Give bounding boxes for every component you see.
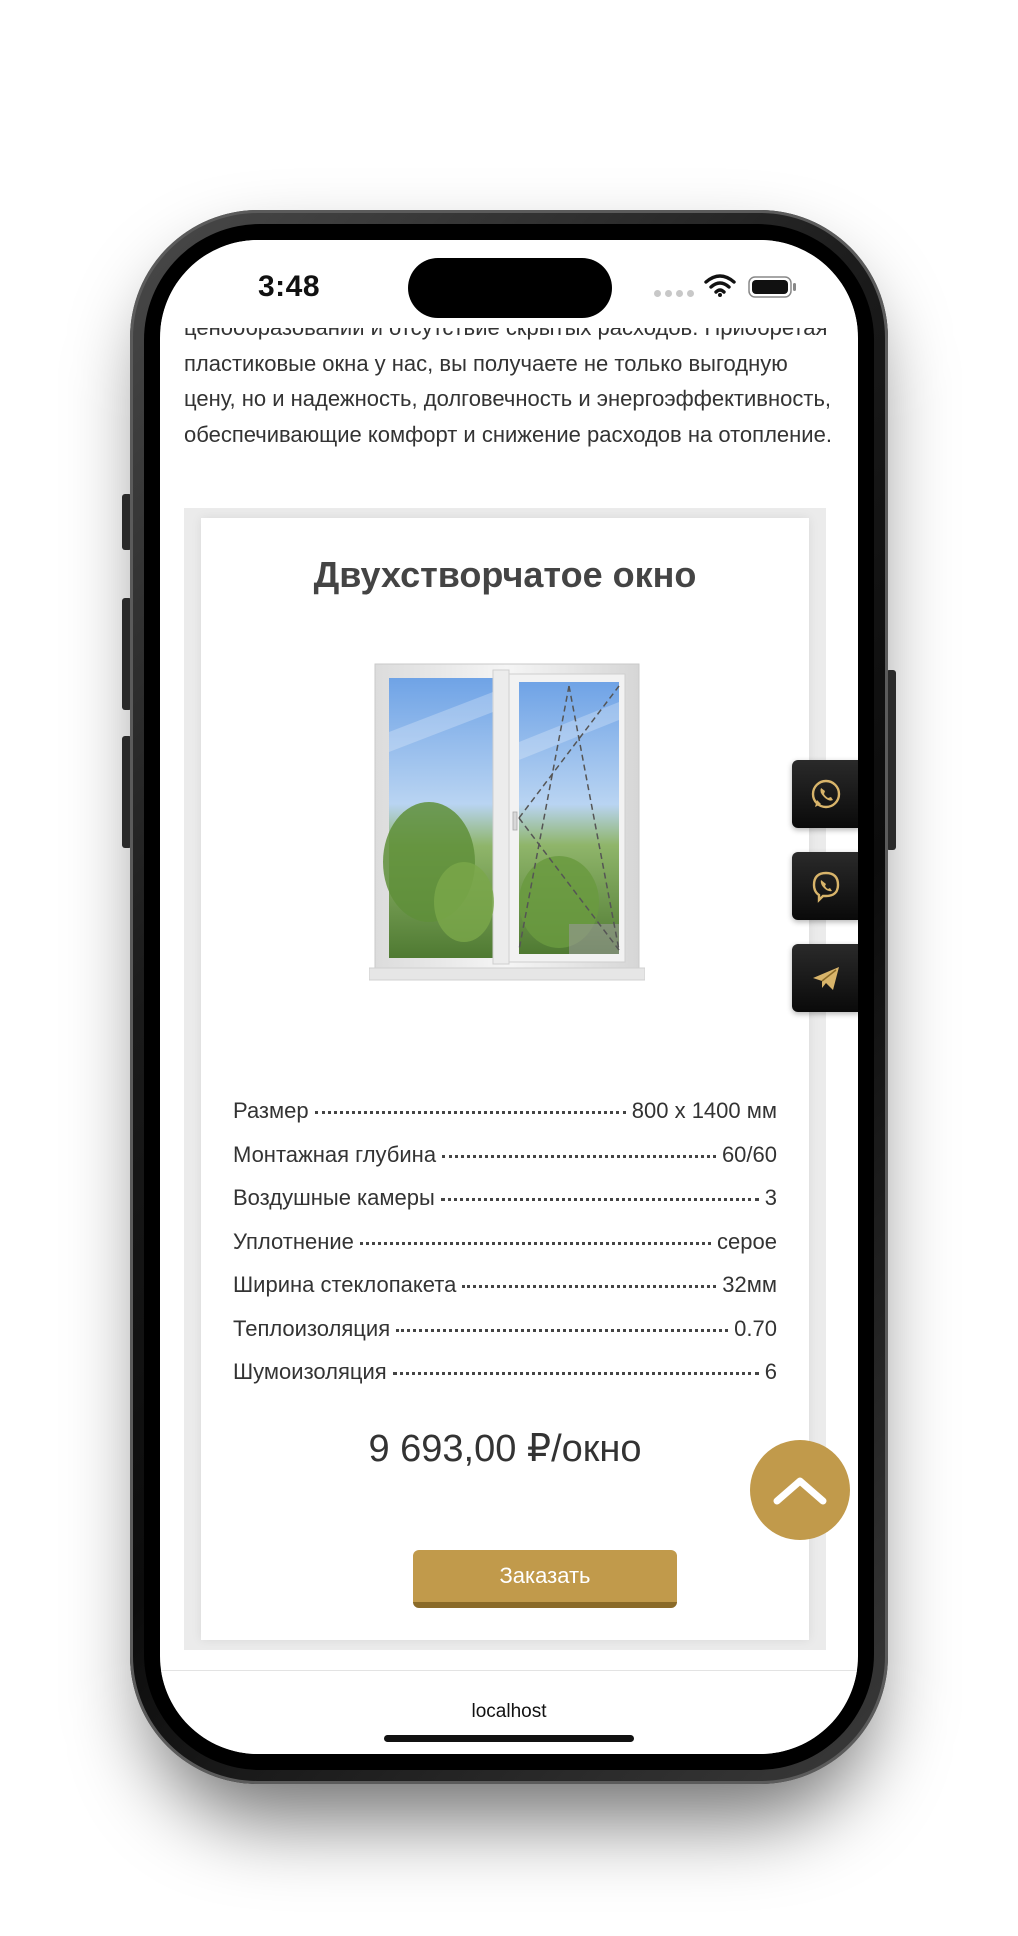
status-bar: 3:48 [160, 240, 858, 328]
intro-paragraph: ценообразовании и отсутствие скрытых рас… [184, 315, 832, 447]
spec-row: Размер 800 x 1400 мм [233, 1098, 777, 1142]
cellular-signal-icon [654, 290, 694, 297]
home-indicator[interactable] [384, 1735, 634, 1742]
spec-row: Уплотнение серое [233, 1229, 777, 1273]
spec-value: 60/60 [721, 1141, 777, 1167]
dot-leader [392, 1372, 759, 1375]
spec-row: Ширина стеклопакета 32мм [233, 1272, 777, 1316]
spec-label: Теплоизоляция [233, 1315, 391, 1341]
spec-label: Воздушные камеры [233, 1185, 435, 1210]
spec-value: 3 [764, 1185, 777, 1210]
spec-value: 6 [764, 1359, 777, 1384]
url-label[interactable]: localhost [160, 1701, 858, 1723]
spec-value: серое [717, 1228, 777, 1254]
spec-label: Размер [233, 1098, 309, 1123]
dot-leader [396, 1328, 729, 1332]
spec-row: Монтажная глубина 60/60 [233, 1142, 777, 1186]
browser-address-bar: localhost [160, 1670, 858, 1754]
dot-leader [314, 1111, 626, 1114]
spec-label: Монтажная глубина [233, 1141, 437, 1167]
product-card: Двухстворчатое окно Размер 800 x 1400 мм… [201, 518, 809, 1640]
spec-value: 0.70 [734, 1315, 777, 1341]
spec-value: 32мм [722, 1272, 777, 1297]
telegram-button[interactable] [792, 944, 858, 1012]
page-content: ценообразовании и отсутствие скрытых рас… [160, 240, 858, 1670]
spec-label: Ширина стеклопакета [233, 1272, 457, 1297]
spec-value: 800 x 1400 мм [631, 1098, 777, 1123]
double-casement-window-image [369, 663, 645, 981]
spec-label: Уплотнение [233, 1228, 354, 1254]
spec-label: Шумоизоляция [233, 1359, 387, 1384]
spec-row: Теплоизоляция 0.70 [233, 1316, 777, 1360]
stage: ценообразовании и отсутствие скрытых рас… [0, 0, 1018, 1936]
scroll-top-button[interactable] [750, 1440, 850, 1540]
battery-icon [748, 276, 796, 298]
whatsapp-button[interactable] [792, 760, 858, 828]
wifi-icon [704, 274, 736, 297]
spec-row: Воздушные камеры 3 [233, 1185, 777, 1229]
status-time: 3:48 [258, 270, 321, 303]
spec-row: Шумоизоляция 6 [233, 1359, 777, 1403]
dot-leader [442, 1154, 716, 1158]
dot-leader [462, 1285, 717, 1288]
chevron-up-icon [773, 1477, 827, 1505]
dot-leader [440, 1198, 759, 1201]
product-title: Двухстворчатое окно [313, 554, 697, 595]
viber-button[interactable] [792, 852, 858, 920]
whatsapp-icon [811, 779, 841, 809]
dot-leader [359, 1241, 712, 1245]
telegram-icon [813, 967, 839, 990]
product-price: 9 693,00 ₽/окно [368, 1428, 642, 1470]
viber-icon [812, 871, 840, 903]
dynamic-island [408, 258, 612, 318]
specs-list: Размер 800 x 1400 мм Монтажная глубина 6… [233, 1098, 777, 1403]
phone-screen: ценообразовании и отсутствие скрытых рас… [160, 240, 858, 1754]
order-button[interactable]: Заказать [413, 1550, 677, 1608]
